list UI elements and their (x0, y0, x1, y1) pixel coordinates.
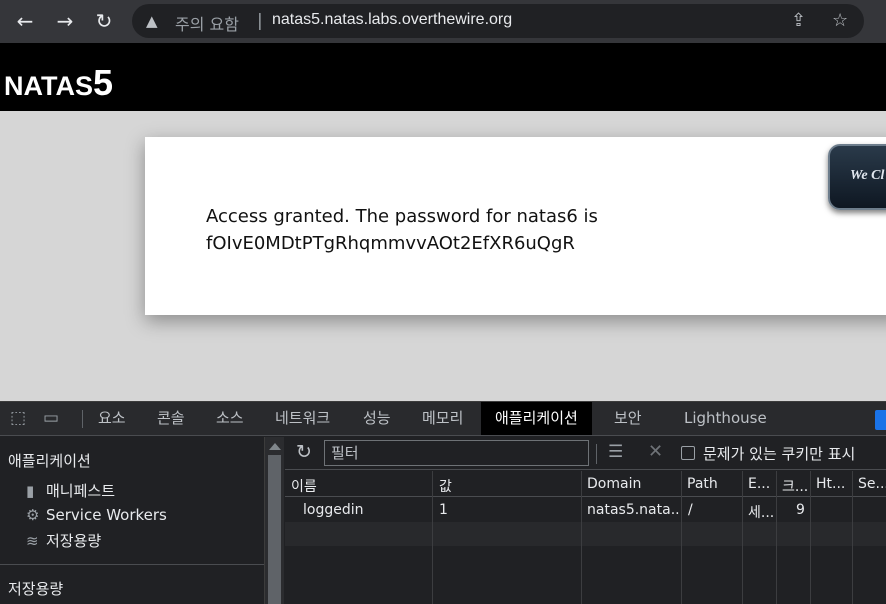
column-header-path[interactable]: Path (687, 476, 739, 492)
sidebar-item-manifest[interactable]: ▮ 매니페스트 (26, 480, 115, 501)
cookie-size[interactable]: 9 (796, 502, 810, 518)
cookies-pane: ↻ ☰ ✕ 문제가 있는 쿠키만 표시 이름 값 Domain Path E..… (285, 437, 886, 604)
devtools-panel: ⬚ ▭ 요소 콘솔 소스 네트워크 성능 메모리 애플리케이션 보안 Light… (0, 401, 886, 604)
tab-performance[interactable]: 성능 (361, 402, 393, 435)
tab-application[interactable]: 애플리케이션 (481, 402, 592, 435)
filter-divider (596, 444, 597, 464)
application-sidebar: 애플리케이션 ▮ 매니페스트 ⚙ Service Workers ≋ 저장용량 저장용… (0, 437, 264, 604)
column-header-expires[interactable]: E... (748, 476, 776, 492)
column-header-domain[interactable]: Domain (587, 476, 677, 492)
security-label[interactable]: 주의 요함 (175, 11, 239, 35)
column-divider[interactable] (432, 471, 433, 604)
delete-icon[interactable]: ✕ (648, 441, 663, 462)
warning-icon[interactable]: ▲ (146, 12, 158, 30)
column-header-value[interactable]: 값 (439, 476, 579, 496)
column-divider[interactable] (852, 471, 853, 604)
tab-console[interactable]: 콘솔 (155, 402, 187, 435)
logo-text: NATAS (4, 71, 93, 101)
column-divider[interactable] (810, 471, 811, 604)
sidebar-item-label: 매니페스트 (46, 482, 116, 500)
site-logo: NATAS5 (4, 62, 113, 104)
wechall-badge[interactable]: We Cl (828, 144, 886, 210)
tab-elements[interactable]: 요소 (96, 402, 128, 435)
toolbar-divider (82, 410, 83, 428)
sidebar-item-label: Service Workers (46, 506, 167, 524)
device-toolbar-icon[interactable]: ▭ (43, 408, 59, 428)
document-icon: ▮ (26, 482, 35, 500)
column-header-name[interactable]: 이름 (291, 476, 431, 496)
issues-only-checkbox[interactable] (681, 446, 695, 460)
site-header: NATAS5 (0, 43, 886, 111)
scrollbar-thumb[interactable] (268, 455, 281, 604)
page-content: Access granted. The password for natas6 … (0, 111, 886, 401)
sidebar-heading-application[interactable]: 애플리케이션 (8, 450, 91, 471)
table-row[interactable]: loggedin 1 natas5.nata... / 세... 9 (285, 498, 886, 522)
browser-toolbar: ← → ↻ ▲ 주의 요함 | natas5.natas.labs.overth… (0, 0, 886, 43)
column-divider[interactable] (742, 471, 743, 604)
tab-network[interactable]: 네트워크 (273, 402, 332, 435)
sidebar-scrollbar[interactable] (264, 437, 284, 604)
content-panel: Access granted. The password for natas6 … (145, 137, 886, 315)
tab-sources[interactable]: 소스 (214, 402, 246, 435)
tab-security[interactable]: 보안 (612, 402, 644, 435)
url-text[interactable]: natas5.natas.labs.overthewire.org (272, 11, 512, 29)
cookies-filter-bar: ↻ ☰ ✕ 문제가 있는 쿠키만 표시 (285, 437, 886, 470)
column-divider[interactable] (681, 471, 682, 604)
database-icon: ≋ (26, 532, 39, 550)
sidebar-item-label: 저장용량 (46, 532, 102, 550)
access-message: Access granted. The password for natas6 … (206, 203, 598, 257)
table-header: 이름 값 Domain Path E... 크... Ht... Se... (285, 471, 886, 497)
address-separator: | (257, 11, 263, 31)
logo-number: 5 (93, 62, 114, 103)
forward-arrow-icon[interactable]: → (52, 8, 78, 34)
tab-lighthouse[interactable]: Lighthouse (682, 402, 769, 435)
bookmark-star-icon[interactable]: ☆ (832, 10, 848, 31)
refresh-icon[interactable]: ↻ (296, 441, 312, 463)
scroll-up-arrow-icon[interactable] (269, 443, 281, 450)
password-text: fOIvE0MDtPTgRhqmmvvAOt2EfXR6uQgR (206, 233, 575, 254)
cookie-expires[interactable]: 세... (748, 502, 776, 522)
sidebar-item-service-workers[interactable]: ⚙ Service Workers (26, 506, 167, 524)
cookie-value[interactable]: 1 (439, 502, 579, 518)
badge-text: We Cl (850, 168, 885, 183)
share-icon[interactable]: ⇪ (791, 10, 806, 31)
sidebar-divider (0, 564, 264, 565)
sidebar-heading-storage[interactable]: 저장용량 (8, 578, 63, 599)
address-bar[interactable]: ▲ 주의 요함 | natas5.natas.labs.overthewire.… (132, 4, 864, 38)
issues-badge[interactable] (875, 410, 886, 430)
table-row-empty (285, 522, 886, 546)
inspect-element-icon[interactable]: ⬚ (10, 408, 26, 428)
issues-only-label[interactable]: 문제가 있는 쿠키만 표시 (703, 443, 855, 464)
cookie-path[interactable]: / (688, 502, 738, 518)
filter-input[interactable] (324, 440, 589, 466)
column-divider[interactable] (581, 471, 582, 604)
cookie-name[interactable]: loggedin (303, 502, 431, 518)
clear-filtered-icon[interactable]: ☰ (608, 442, 623, 462)
message-line-1: Access granted. The password for natas6 … (206, 206, 598, 227)
column-header-httponly[interactable]: Ht... (816, 476, 848, 492)
column-header-size[interactable]: 크... (782, 476, 808, 496)
table-empty-area (285, 546, 886, 604)
reload-icon[interactable]: ↻ (91, 8, 117, 34)
back-arrow-icon[interactable]: ← (12, 8, 38, 34)
column-divider[interactable] (776, 471, 777, 604)
sidebar-item-storage[interactable]: ≋ 저장용량 (26, 530, 101, 551)
column-header-secure[interactable]: Se... (858, 476, 886, 492)
cookies-table: 이름 값 Domain Path E... 크... Ht... Se... l… (285, 471, 886, 604)
gear-icon: ⚙ (26, 506, 40, 524)
devtools-tabbar: ⬚ ▭ 요소 콘솔 소스 네트워크 성능 메모리 애플리케이션 보안 Light… (0, 402, 886, 436)
tab-memory[interactable]: 메모리 (420, 402, 465, 435)
cookie-domain[interactable]: natas5.nata... (587, 502, 679, 518)
